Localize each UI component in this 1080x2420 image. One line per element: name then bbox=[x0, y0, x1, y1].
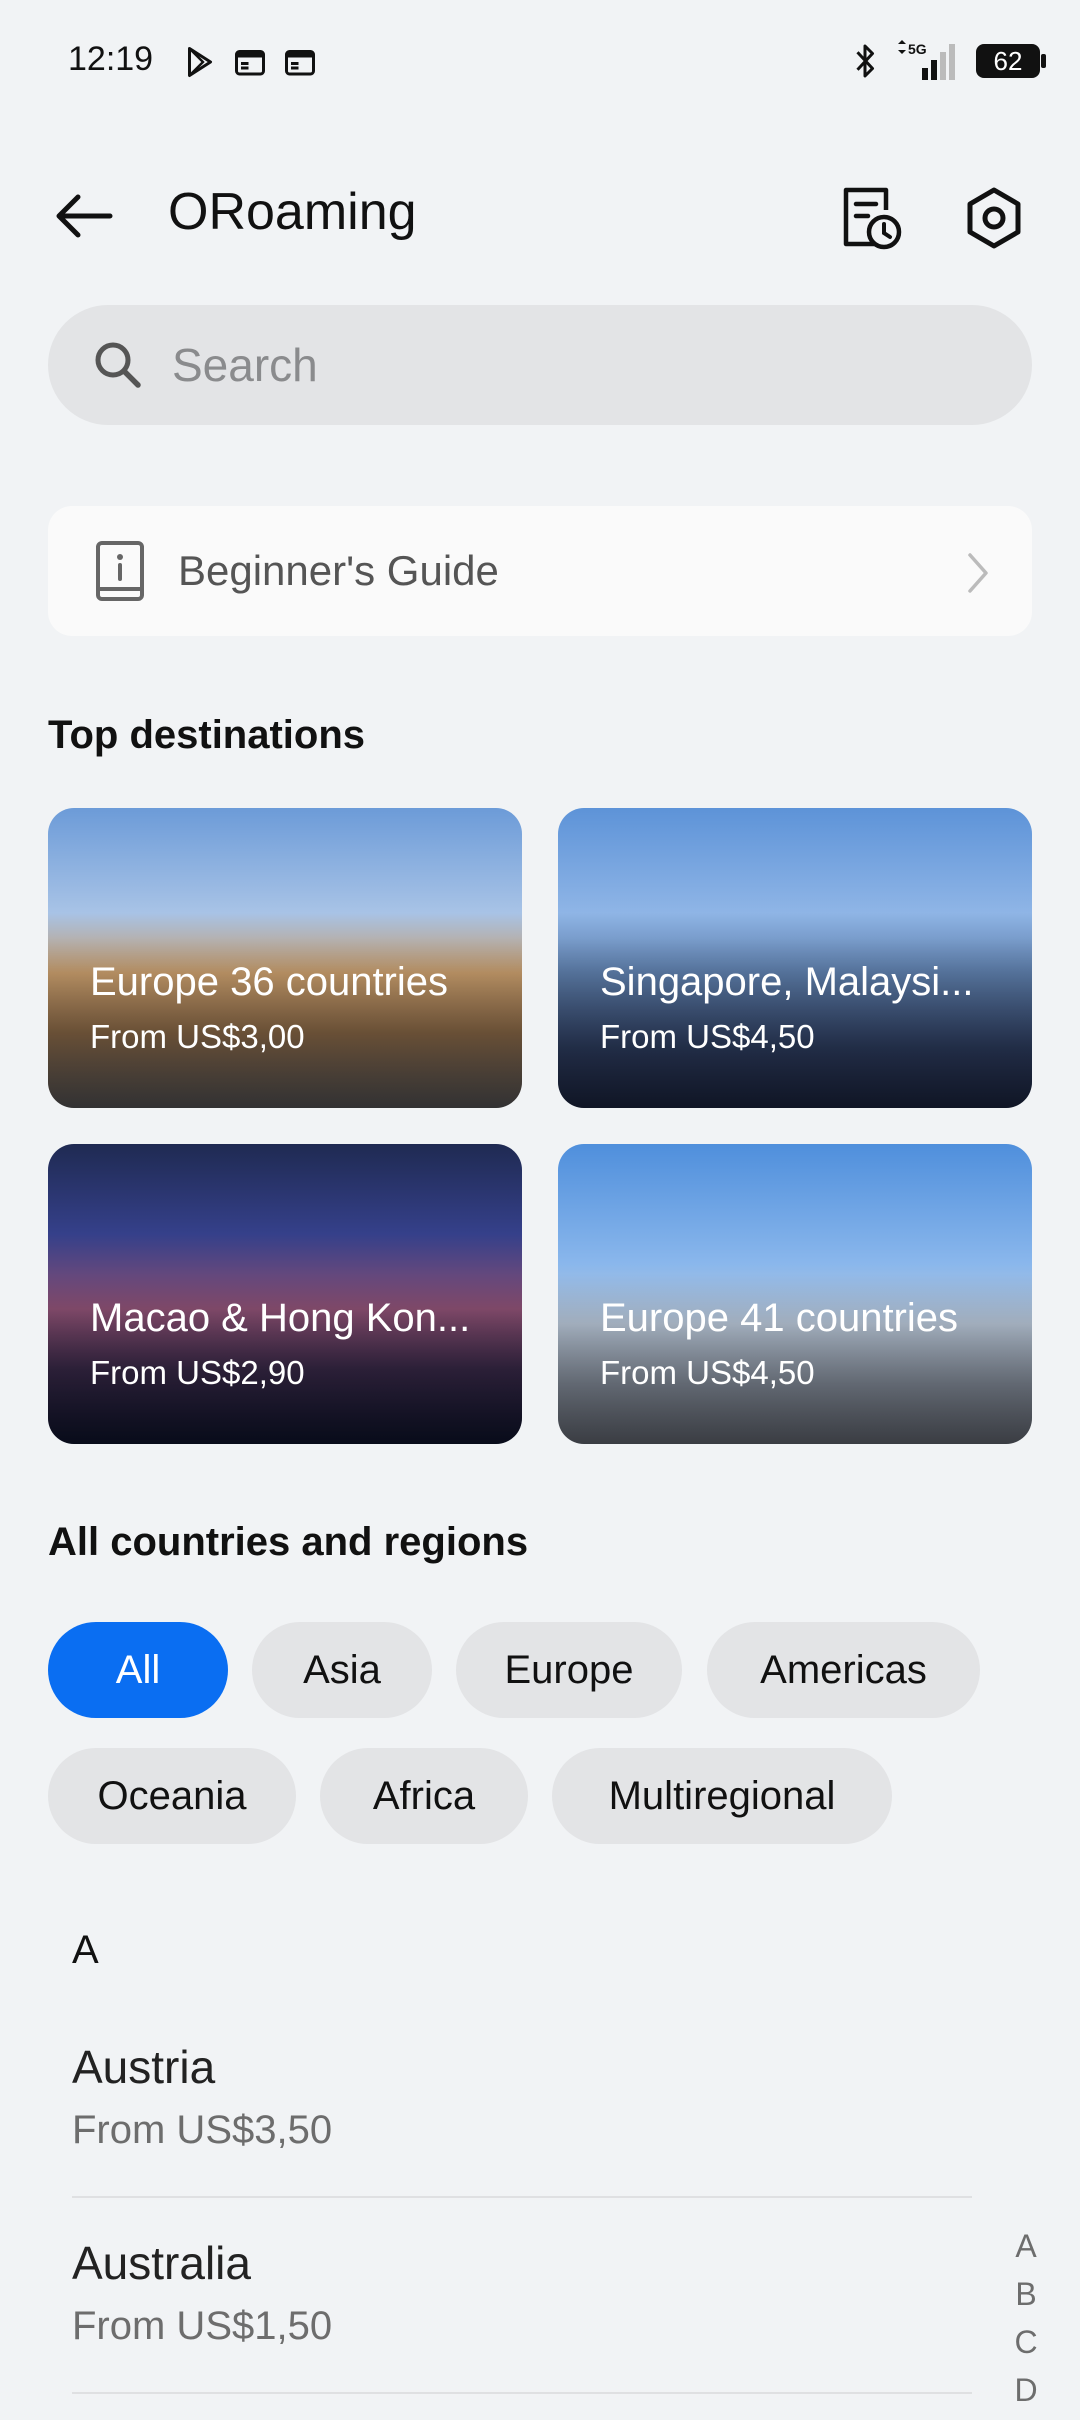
index-letter[interactable]: A bbox=[1010, 2228, 1042, 2276]
destination-price: From US$3,00 bbox=[90, 1018, 305, 1055]
back-arrow-icon bbox=[56, 194, 113, 238]
status-bar: 12:19 5G 62 bbox=[0, 0, 1080, 120]
country-name: Austria bbox=[72, 2041, 216, 2093]
destination-card[interactable]: Singapore, Malaysi... From US$4,50 bbox=[558, 808, 1032, 1108]
country-price: From US$1,50 bbox=[72, 2304, 333, 2348]
all-regions-heading: All countries and regions bbox=[48, 1520, 529, 1564]
chip-africa[interactable]: Africa bbox=[320, 1748, 528, 1844]
country-row-australia[interactable]: Australia From US$1,50 bbox=[72, 2236, 972, 2349]
alphabet-index-bar[interactable]: A B C D bbox=[1010, 2228, 1042, 2420]
status-notification-icons bbox=[182, 44, 318, 80]
back-button[interactable] bbox=[48, 180, 120, 252]
destination-card[interactable]: Macao & Hong Kon... From US$2,90 bbox=[48, 1144, 522, 1444]
destination-price: From US$2,90 bbox=[90, 1354, 305, 1391]
destination-card[interactable]: Europe 41 countries From US$4,50 bbox=[558, 1144, 1032, 1444]
status-time: 12:19 bbox=[68, 40, 154, 78]
country-price: From US$3,50 bbox=[72, 2108, 333, 2152]
status-system-icons: 5G 62 bbox=[850, 40, 1046, 82]
calendar-icon bbox=[285, 50, 315, 76]
chip-multiregional[interactable]: Multiregional bbox=[552, 1748, 892, 1844]
calendar-icon bbox=[235, 50, 265, 76]
list-divider bbox=[72, 2196, 972, 2198]
chip-americas[interactable]: Americas bbox=[707, 1622, 980, 1718]
battery-indicator: 62 bbox=[976, 44, 1046, 78]
chip-all[interactable]: All bbox=[48, 1622, 228, 1718]
settings-button[interactable] bbox=[958, 182, 1030, 254]
list-section-letter: A bbox=[72, 1928, 99, 1972]
chip-europe[interactable]: Europe bbox=[456, 1622, 682, 1718]
beginners-guide-label: Beginner's Guide bbox=[178, 547, 499, 594]
app-bar: ORoaming bbox=[0, 160, 1080, 270]
page-title: ORoaming bbox=[168, 183, 417, 241]
chevron-right-icon bbox=[968, 553, 988, 593]
destination-name: Singapore, Malaysi... bbox=[600, 960, 974, 1004]
destination-card[interactable]: Europe 36 countries From US$3,00 bbox=[48, 808, 522, 1108]
order-history-button[interactable] bbox=[834, 182, 906, 254]
destination-price: From US$4,50 bbox=[600, 1354, 815, 1391]
order-history-icon bbox=[843, 187, 902, 250]
beginners-guide-row[interactable]: Beginner's Guide bbox=[48, 506, 1032, 636]
destination-price: From US$4,50 bbox=[600, 1018, 815, 1055]
destination-name: Macao & Hong Kon... bbox=[90, 1296, 471, 1340]
settings-icon bbox=[967, 187, 1021, 249]
bluetooth-icon bbox=[856, 44, 874, 78]
country-row-austria[interactable]: Austria From US$3,50 bbox=[72, 2040, 972, 2153]
index-letter[interactable]: B bbox=[1010, 2276, 1042, 2324]
chip-asia[interactable]: Asia bbox=[252, 1622, 432, 1718]
destination-name: Europe 36 countries bbox=[90, 960, 449, 1004]
play-store-icon bbox=[188, 47, 212, 77]
search-icon bbox=[95, 342, 141, 388]
top-destinations-heading: Top destinations bbox=[48, 713, 366, 757]
svg-text:5G: 5G bbox=[908, 41, 927, 57]
chip-oceania[interactable]: Oceania bbox=[48, 1748, 296, 1844]
index-letter[interactable]: C bbox=[1010, 2324, 1042, 2372]
search-input[interactable] bbox=[170, 337, 934, 393]
index-letter[interactable]: D bbox=[1010, 2372, 1042, 2420]
destination-name: Europe 41 countries bbox=[600, 1296, 959, 1340]
country-name: Australia bbox=[72, 2237, 251, 2289]
guide-book-icon bbox=[96, 541, 144, 601]
5g-signal-icon: 5G bbox=[898, 40, 955, 80]
search-bar[interactable] bbox=[48, 305, 1032, 425]
list-divider bbox=[72, 2392, 972, 2394]
